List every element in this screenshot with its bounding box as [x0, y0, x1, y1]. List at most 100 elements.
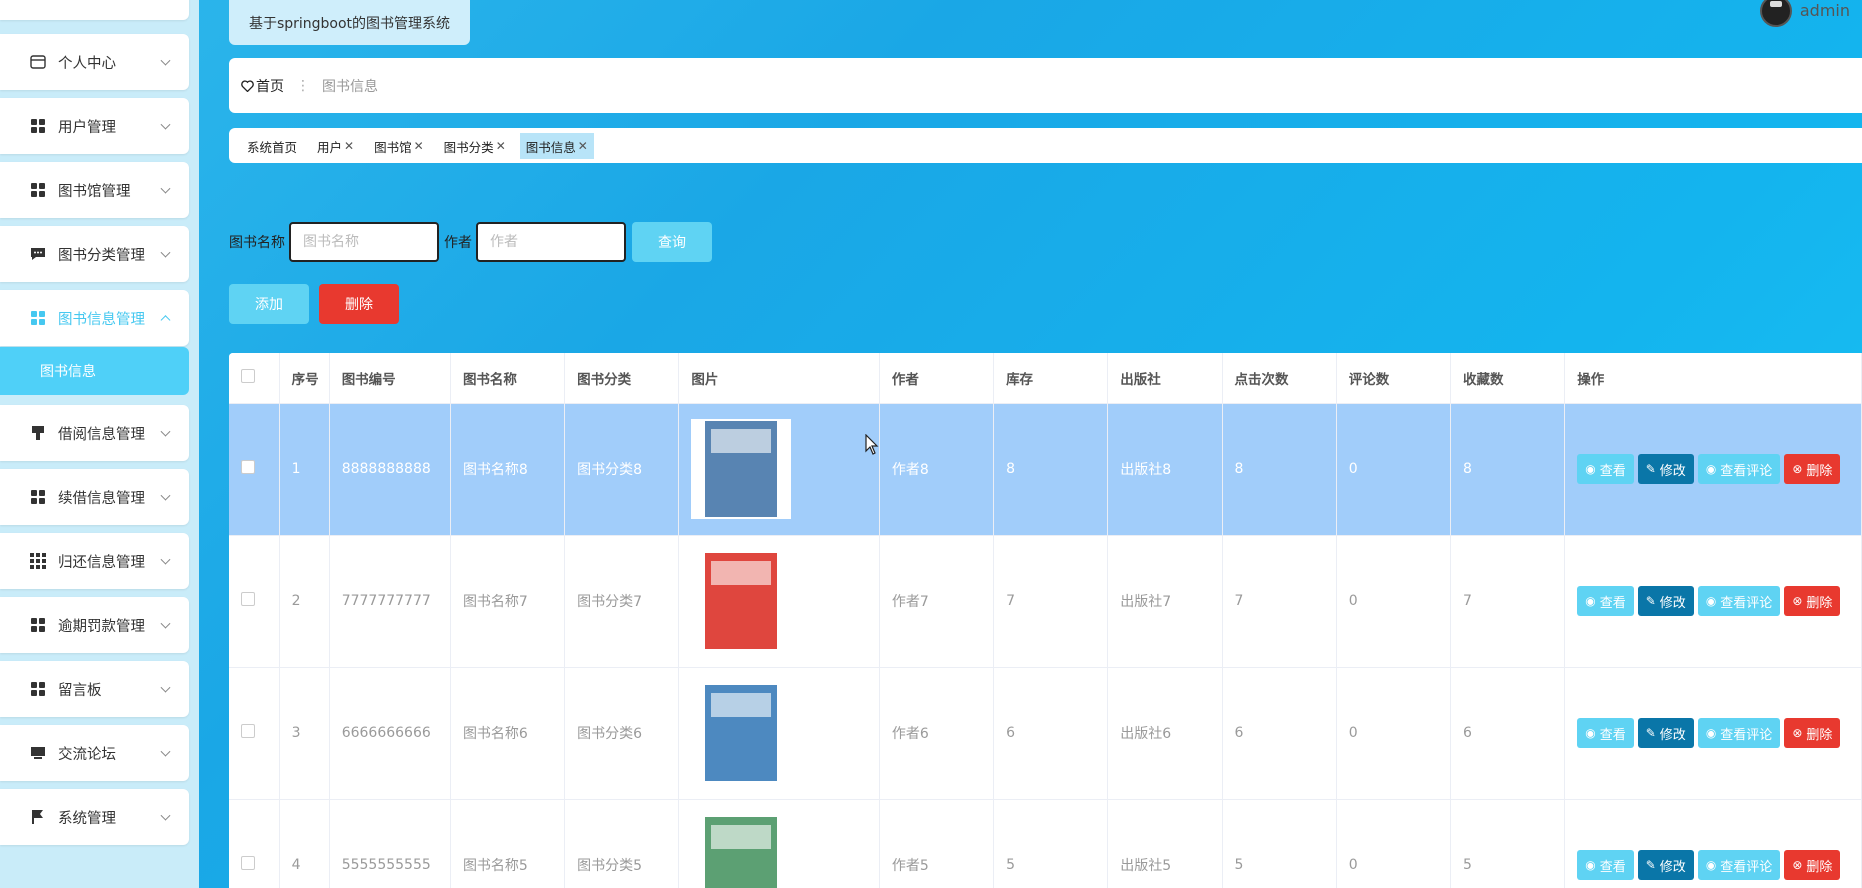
tab-3[interactable]: 图书馆 ✕: [368, 133, 430, 159]
pencil-icon: ✎: [1645, 858, 1656, 872]
sidebar-item-10[interactable]: 逾期罚款管理: [0, 597, 189, 653]
sidebar-item-9[interactable]: 归还信息管理: [0, 533, 189, 589]
table-row[interactable]: 1 8888888888 图书名称8 图书分类8 作者8 8 出版社8 8 0 8 ◉ 查看 ✎ 修改 ◉ 查…: [229, 403, 1862, 536]
checkbox[interactable]: [241, 856, 255, 870]
sidebar-item-7[interactable]: 借阅信息管理: [0, 405, 189, 461]
close-circle-icon: ⊗: [1792, 726, 1803, 740]
grid-icon: [30, 681, 46, 697]
close-icon[interactable]: ✕: [496, 139, 506, 153]
sidebar-item-13[interactable]: 系统管理: [0, 789, 189, 845]
sidebar-item-2[interactable]: 个人中心: [0, 34, 189, 90]
sidebar-item-5[interactable]: 图书分类管理: [0, 226, 189, 282]
breadcrumb-home-label: 首页: [256, 78, 284, 95]
sidebar-item-1[interactable]: 系统首页: [0, 0, 189, 20]
checkbox[interactable]: [241, 724, 255, 738]
query-button[interactable]: 查询: [632, 222, 712, 262]
chevron-down-icon: [160, 618, 171, 629]
view-comments-button[interactable]: ◉ 查看评论: [1697, 718, 1781, 748]
chevron-down-icon: [160, 247, 171, 258]
username[interactable]: admin: [1800, 1, 1850, 20]
cell-name: 图书名称5: [450, 799, 566, 888]
table-row[interactable]: 3 6666666666 图书名称6 图书分类6 作者6 6 出版社6 6 0 6 ◉ 查看 ✎ 修改 ◉ 查…: [229, 667, 1862, 800]
avatar[interactable]: [1759, 0, 1792, 27]
add-button[interactable]: 添加: [229, 284, 309, 324]
close-icon[interactable]: ✕: [344, 139, 354, 153]
row-checkbox-cell[interactable]: [229, 535, 280, 668]
sidebar-subitem-book-info[interactable]: 图书信息: [0, 347, 189, 395]
column-header: 图书分类: [564, 353, 680, 404]
edit-button[interactable]: ✎ 修改: [1637, 718, 1694, 748]
view-button[interactable]: ◉ 查看: [1577, 850, 1634, 880]
cell-comments: 0: [1336, 667, 1452, 800]
cell-publisher: 出版社5: [1107, 799, 1223, 888]
view-button[interactable]: ◉ 查看: [1577, 718, 1634, 748]
user-area[interactable]: admin: [1759, 0, 1862, 28]
sidebar-item-3[interactable]: 用户管理: [0, 98, 189, 154]
row-checkbox-cell[interactable]: [229, 403, 280, 536]
edit-button[interactable]: ✎ 修改: [1637, 586, 1694, 616]
delete-button[interactable]: ⊗ 删除: [1784, 850, 1841, 880]
sidebar-item-12[interactable]: 交流论坛: [0, 725, 189, 781]
sidebar-item-4[interactable]: 图书馆管理: [0, 162, 189, 218]
column-header: 库存: [993, 353, 1109, 404]
cell-author: 作者7: [879, 535, 995, 668]
close-icon[interactable]: ✕: [578, 139, 588, 153]
view-button[interactable]: ◉ 查看: [1577, 586, 1634, 616]
chevron-down-icon: [160, 315, 171, 326]
select-all-checkbox[interactable]: [229, 353, 280, 404]
pencil-icon: ✎: [1645, 462, 1656, 476]
sidebar-item-label: 图书分类管理: [58, 247, 145, 264]
edit-label: 修改: [1659, 727, 1686, 743]
tab-5[interactable]: 图书信息 ✕: [519, 133, 594, 159]
cell-author: 作者5: [879, 799, 995, 888]
view-button[interactable]: ◉ 查看: [1577, 454, 1634, 484]
close-icon[interactable]: ✕: [414, 139, 424, 153]
breadcrumb-home[interactable]: 首页: [241, 76, 284, 96]
sidebar-item-6[interactable]: 图书信息管理: [0, 290, 189, 346]
chevron-down-icon: [160, 119, 171, 130]
sidebar-item-label: 留言板: [58, 682, 102, 699]
breadcrumb-current: 图书信息: [322, 78, 378, 95]
checkbox[interactable]: [241, 460, 255, 474]
flag-icon: [30, 809, 46, 825]
cell-code: 6666666666: [329, 667, 451, 800]
delete-label: 删除: [1806, 595, 1833, 611]
monitor-icon: [30, 745, 46, 761]
tab-1[interactable]: 系统首页: [241, 133, 303, 159]
system-title: 基于springboot的图书管理系统: [229, 0, 470, 45]
column-header: 点击次数: [1222, 353, 1337, 404]
view-comments-button[interactable]: ◉ 查看评论: [1697, 586, 1781, 616]
row-checkbox-cell[interactable]: [229, 667, 280, 800]
eye-icon: ◉: [1585, 462, 1596, 476]
sidebar-item-label: 图书馆管理: [58, 183, 131, 200]
author-input[interactable]: [476, 222, 626, 262]
edit-button[interactable]: ✎ 修改: [1637, 454, 1694, 484]
eye-icon: ◉: [1585, 594, 1596, 608]
cell-stock: 5: [993, 799, 1109, 888]
batch-delete-button[interactable]: 删除: [319, 284, 399, 324]
view-comments-button[interactable]: ◉ 查看评论: [1697, 454, 1781, 484]
cell-favorites: 8: [1450, 403, 1566, 536]
comments-label: 查看评论: [1720, 463, 1773, 479]
tab-4[interactable]: 图书分类 ✕: [438, 133, 512, 159]
table-row[interactable]: 4 5555555555 图书名称5 图书分类5 作者5 5 出版社5 5 0 5 ◉ 查看 ✎ 修改 ◉ 查…: [229, 799, 1862, 888]
edit-button[interactable]: ✎ 修改: [1637, 850, 1694, 880]
delete-button[interactable]: ⊗ 删除: [1784, 718, 1841, 748]
edit-label: 修改: [1659, 859, 1686, 875]
delete-button[interactable]: ⊗ 删除: [1784, 586, 1841, 616]
checkbox[interactable]: [241, 592, 255, 606]
book-name-input[interactable]: [289, 222, 439, 262]
comments-label: 查看评论: [1720, 595, 1773, 611]
table-header-row: 序号 图书编号 图书名称 图书分类 图片 作者 库存 出版社 点击次数 评论数 收藏数 操作: [229, 353, 1862, 404]
tab-2[interactable]: 用户 ✕: [311, 133, 360, 159]
delete-button[interactable]: ⊗ 删除: [1784, 454, 1841, 484]
cell-clicks: 6: [1222, 667, 1337, 800]
table-row[interactable]: 2 7777777777 图书名称7 图书分类7 作者7 7 出版社7 7 0 7 ◉ 查看 ✎ 修改 ◉ 查…: [229, 535, 1862, 668]
checkbox[interactable]: [241, 368, 255, 383]
ops-cell: ◉ 查看 ✎ 修改 ◉ 查看评论 ⊗ 删除: [1564, 667, 1862, 800]
view-comments-button[interactable]: ◉ 查看评论: [1697, 850, 1781, 880]
sidebar-item-11[interactable]: 留言板: [0, 661, 189, 717]
sidebar-item-8[interactable]: 续借信息管理: [0, 469, 189, 525]
cell-clicks: 5: [1222, 799, 1337, 888]
row-checkbox-cell[interactable]: [229, 799, 280, 888]
